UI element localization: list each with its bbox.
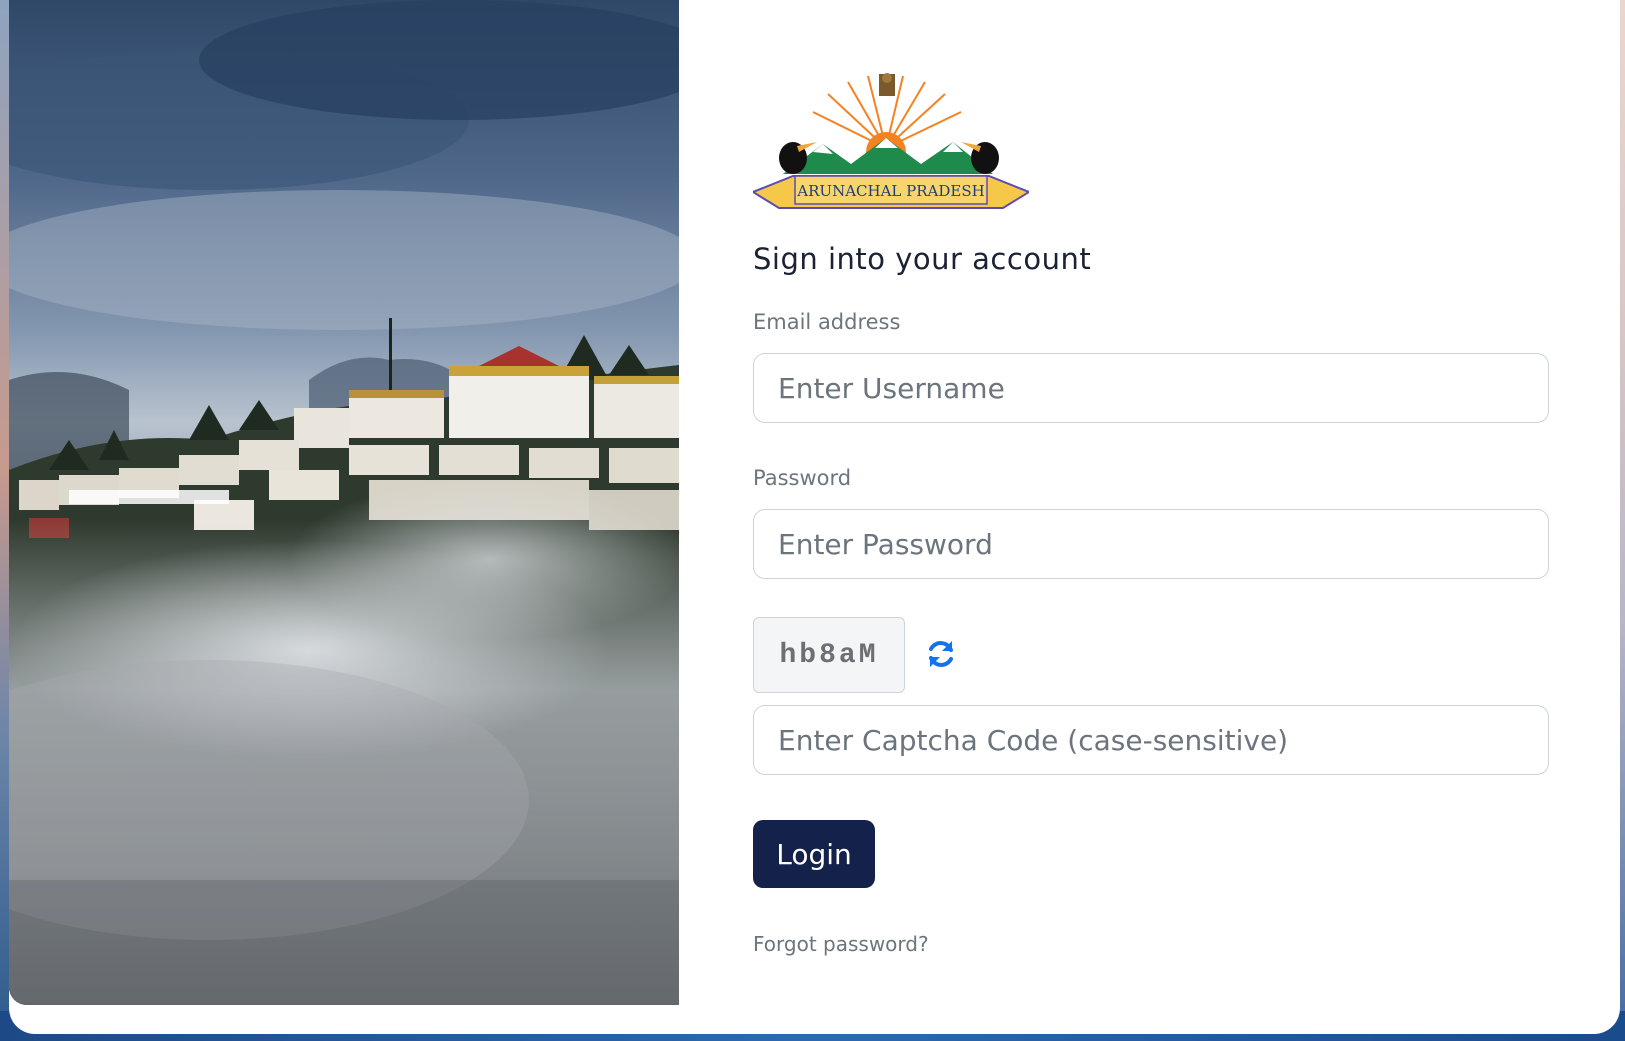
ashoka-emblem-icon [879, 73, 895, 96]
logo-text: ARUNACHAL PRADESH [796, 182, 984, 200]
captcha-input[interactable] [753, 705, 1549, 775]
forgot-password-link[interactable]: Forgot password? [753, 932, 929, 956]
refresh-captcha-button[interactable] [923, 636, 959, 672]
login-card: ARUNACHAL PRADESH Sign into your account… [9, 0, 1620, 1034]
arunachal-pradesh-logo: ARUNACHAL PRADESH [750, 72, 1032, 218]
username-input[interactable] [753, 353, 1549, 423]
page-title: Sign into your account [753, 242, 1092, 276]
email-label: Email address [753, 310, 901, 334]
captcha-image: hb8aM [753, 617, 905, 693]
login-form: ARUNACHAL PRADESH Sign into your account… [750, 0, 1559, 1005]
password-input[interactable] [753, 509, 1549, 579]
hero-image-monastery [9, 0, 679, 1005]
login-button[interactable]: Login [753, 820, 875, 888]
refresh-icon [929, 641, 953, 667]
password-label: Password [753, 466, 852, 490]
